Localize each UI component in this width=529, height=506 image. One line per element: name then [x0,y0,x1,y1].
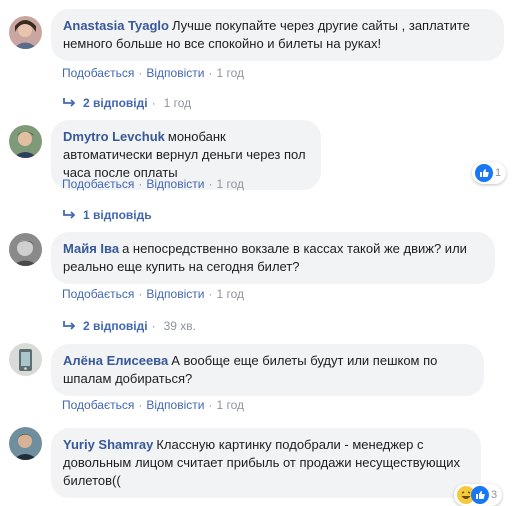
comment-author[interactable]: Yuriy Shamray [63,437,153,452]
separator-dot: · [151,319,156,333]
separator-dot: · [151,96,156,110]
separator-dot: · [138,66,143,80]
comment-time[interactable]: 1 год [216,177,244,191]
reaction-count: 3 [491,489,498,501]
comment-actions: Подобається · Відповісти · 1 год [62,176,244,192]
comment-author[interactable]: Майя Іва [63,241,119,256]
separator-dot: · [208,66,213,80]
view-replies[interactable]: 2 відповіді · 39 хв. [63,318,196,334]
replies-count[interactable]: 2 відповіді [83,319,148,333]
like-reaction-icon [475,164,493,182]
like-button[interactable]: Подобається [62,177,134,191]
comment-time[interactable]: 1 год [216,66,244,80]
avatar[interactable] [9,125,42,158]
separator-dot: · [138,287,143,301]
like-reaction-icon [471,486,489,504]
comment-actions: Подобається · Відповісти · 1 год [62,286,244,302]
replies-time: 39 хв. [163,319,196,333]
avatar[interactable] [9,233,42,266]
like-button[interactable]: Подобається [62,398,134,412]
reply-button[interactable]: Відповісти [146,66,204,80]
comment-actions: Подобається · Відповісти · 1 год [62,397,244,413]
comment-author[interactable]: Anastasia Tyaglo [63,18,169,33]
reaction-summary[interactable]: 1 [472,162,507,184]
reply-arrow-icon [63,96,77,108]
reply-button[interactable]: Відповісти [146,177,204,191]
comment-bubble: Алёна Елисеева А вообще еще билеты будут … [51,344,484,396]
separator-dot: · [138,398,143,412]
comment-time[interactable]: 1 год [216,287,244,301]
avatar[interactable] [9,16,42,49]
separator-dot: · [208,177,213,191]
replies-count[interactable]: 2 відповіді [83,96,148,110]
comment-bubble: Майя Іва а непосредственно вокзале в касс… [51,232,495,284]
reply-arrow-icon [63,319,77,331]
reply-button[interactable]: Відповісти [146,398,204,412]
view-replies[interactable]: 1 відповідь [63,207,152,223]
comment-author[interactable]: Алёна Елисеева [63,353,168,368]
avatar[interactable] [9,343,42,376]
separator-dot: · [138,177,143,191]
view-replies[interactable]: 2 відповіді · 1 год [63,95,191,111]
reaction-summary[interactable]: 3 [454,484,503,506]
comment-bubble: Anastasia Tyaglo Лучше покупайте через др… [51,9,504,61]
like-button[interactable]: Подобається [62,287,134,301]
avatar[interactable] [9,427,42,460]
separator-dot: · [208,398,213,412]
reaction-count: 1 [495,167,502,179]
comment-bubble: Yuriy Shamray Классную картинку подобрали… [51,428,481,498]
reply-button[interactable]: Відповісти [146,287,204,301]
like-button[interactable]: Подобається [62,66,134,80]
replies-time: 1 год [163,96,192,110]
comment-time[interactable]: 1 год [216,398,244,412]
separator-dot: · [208,287,213,301]
comment-text: а непосредственно вокзале в кассах такой… [63,241,467,274]
reply-arrow-icon [63,208,77,220]
comment-actions: Подобається · Відповісти · 1 год [62,65,244,81]
comment-author[interactable]: Dmytro Levchuk [63,129,165,144]
replies-count[interactable]: 1 відповідь [83,208,152,222]
